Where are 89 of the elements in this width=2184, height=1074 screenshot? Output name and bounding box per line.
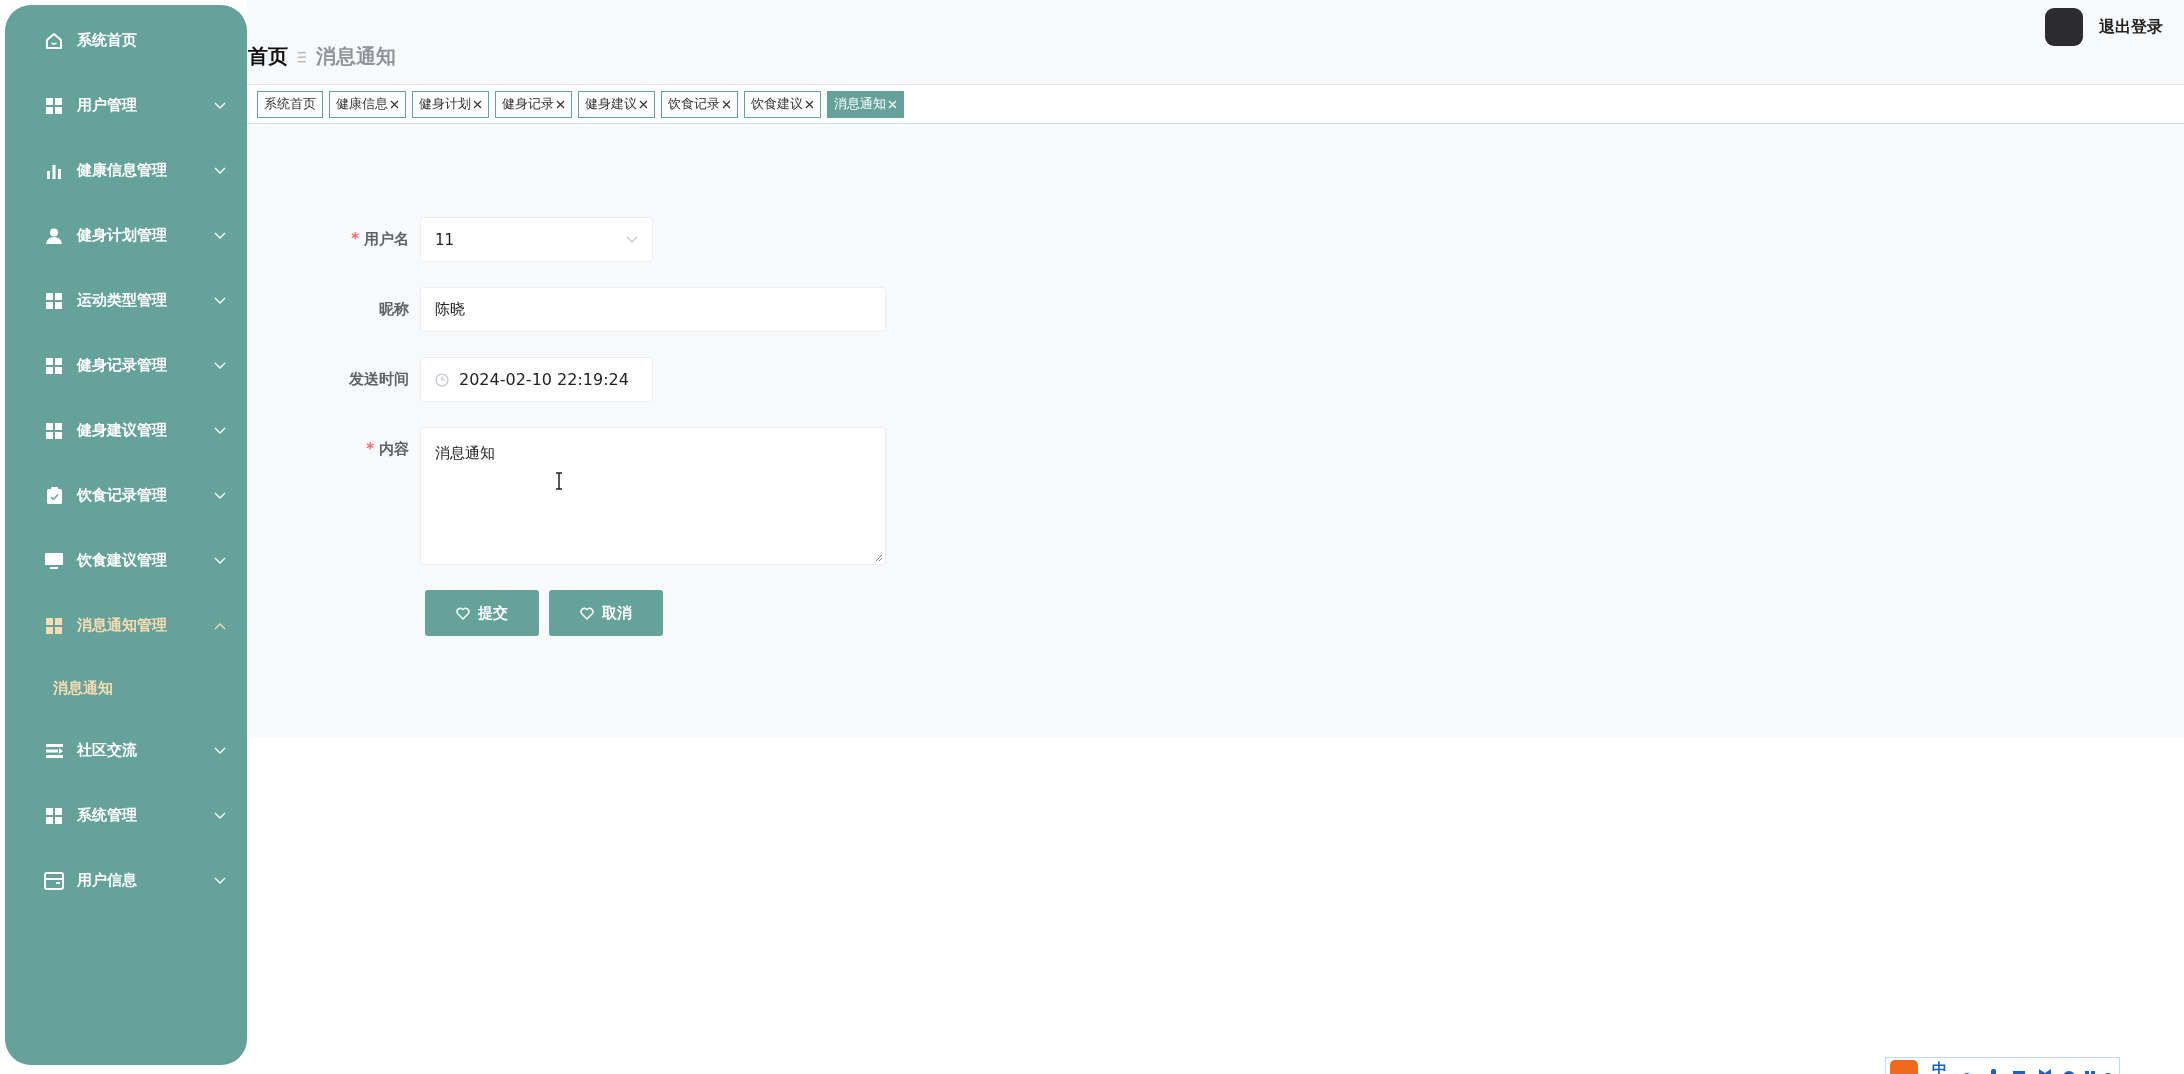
field-label: 内容	[379, 440, 409, 460]
tab[interactable]: 健身记录	[495, 90, 572, 118]
menu-label: 健身计划管理	[77, 226, 167, 245]
submenu-item[interactable]: 消息通知	[5, 658, 247, 718]
home-icon	[45, 31, 63, 50]
menu-label: 运动类型管理	[77, 291, 167, 310]
caret-down-icon	[214, 427, 226, 435]
user-icon	[45, 227, 63, 244]
sidebar-item[interactable]: 饮食建议管理	[5, 528, 247, 593]
heart-icon	[456, 606, 470, 620]
close-icon[interactable]	[556, 99, 565, 109]
content-textarea[interactable]: 消息通知	[420, 427, 886, 565]
caret-down-icon	[214, 297, 226, 305]
close-icon[interactable]	[473, 99, 482, 109]
nickname-field[interactable]: 陈晓	[420, 287, 886, 332]
text-cursor-icon	[555, 472, 563, 490]
tab[interactable]: 系统首页	[257, 90, 323, 118]
sidebar-item[interactable]: 用户信息	[5, 848, 247, 913]
sidebar-item[interactable]: 运动类型管理	[5, 268, 247, 333]
menu-label: 系统管理	[77, 806, 137, 825]
tab[interactable]: 饮食记录	[661, 90, 738, 118]
caret-down-icon	[214, 362, 226, 370]
sidebar-item[interactable]: 社区交流	[5, 718, 247, 783]
caret-down-icon	[214, 492, 226, 500]
field-label: 用户名	[364, 230, 409, 250]
caret-down-icon	[214, 557, 226, 565]
sidebar-item[interactable]: 健身记录管理	[5, 333, 247, 398]
menu-label: 饮食记录管理	[77, 486, 167, 505]
sidebar-item[interactable]: 健身建议管理	[5, 398, 247, 463]
clock-icon	[435, 372, 449, 387]
separator-icon	[298, 50, 306, 63]
tab[interactable]: 健身计划	[412, 90, 489, 118]
field-label: 发送时间	[349, 370, 409, 390]
breadcrumb-home[interactable]: 首页	[248, 43, 288, 70]
grid-icon	[46, 292, 62, 309]
menu-label: 健康信息管理	[77, 161, 167, 180]
grid-icon	[46, 422, 62, 439]
sidebar-item[interactable]: 用户管理	[5, 73, 247, 138]
caret-down-icon	[214, 167, 226, 175]
grid-icon	[46, 97, 62, 114]
caret-down-icon	[214, 747, 226, 755]
tab[interactable]: 饮食建议	[744, 90, 821, 118]
close-icon[interactable]	[639, 99, 648, 109]
sidebar-item[interactable]: 系统管理	[5, 783, 247, 848]
grid-icon	[46, 807, 62, 824]
monitor-icon	[45, 552, 63, 569]
menu-label: 社区交流	[77, 741, 137, 760]
required-mark: *	[351, 230, 359, 250]
caret-down-icon	[214, 812, 226, 820]
tab[interactable]: 消息通知	[827, 90, 904, 118]
close-icon[interactable]	[805, 99, 814, 109]
caret-down-icon	[214, 877, 226, 885]
caret-up-icon	[214, 622, 226, 630]
avatar-placeholder[interactable]	[2045, 8, 2083, 46]
close-icon[interactable]	[722, 99, 731, 109]
sidebar-item[interactable]: 消息通知管理	[5, 593, 247, 658]
menu-label: 消息通知管理	[77, 616, 167, 635]
menu-label: 饮食建议管理	[77, 551, 167, 570]
form-button[interactable]: 取消	[549, 590, 663, 636]
menu-label: 健身记录管理	[77, 356, 167, 375]
close-icon[interactable]	[390, 99, 399, 109]
username-select[interactable]: 11	[420, 217, 653, 262]
sidebar-item[interactable]: 系统首页	[5, 8, 247, 73]
indent-icon	[45, 743, 63, 758]
tab[interactable]: 健康信息	[329, 90, 406, 118]
clipboard-check-icon	[46, 487, 62, 504]
sidebar-item[interactable]: 饮食记录管理	[5, 463, 247, 528]
menu-label: 用户管理	[77, 96, 137, 115]
field-label: 昵称	[379, 300, 409, 320]
breadcrumb-current: 消息通知	[316, 43, 396, 70]
sidebar-item[interactable]: 健康信息管理	[5, 138, 247, 203]
form-button[interactable]: 提交	[425, 590, 539, 636]
sidebar-item[interactable]: 健身计划管理	[5, 203, 247, 268]
caret-down-icon	[214, 102, 226, 110]
menu-label: 系统首页	[77, 31, 137, 50]
tab[interactable]: 健身建议	[578, 90, 655, 118]
resize-handle-icon[interactable]	[875, 554, 883, 562]
heart-icon	[580, 606, 594, 620]
caret-down-icon	[214, 232, 226, 240]
menu-label: 用户信息	[77, 871, 137, 890]
caret-down-icon	[626, 236, 638, 243]
menu-label: 健身建议管理	[77, 421, 167, 440]
required-mark: *	[366, 440, 374, 460]
logout-link[interactable]: 退出登录	[2099, 16, 2163, 38]
grid-icon	[46, 357, 62, 374]
grid-icon	[46, 617, 62, 634]
wallet-icon	[44, 871, 64, 890]
datetime-field[interactable]: 2024-02-10 22:19:24	[420, 357, 653, 402]
bar-chart-icon	[46, 162, 62, 179]
